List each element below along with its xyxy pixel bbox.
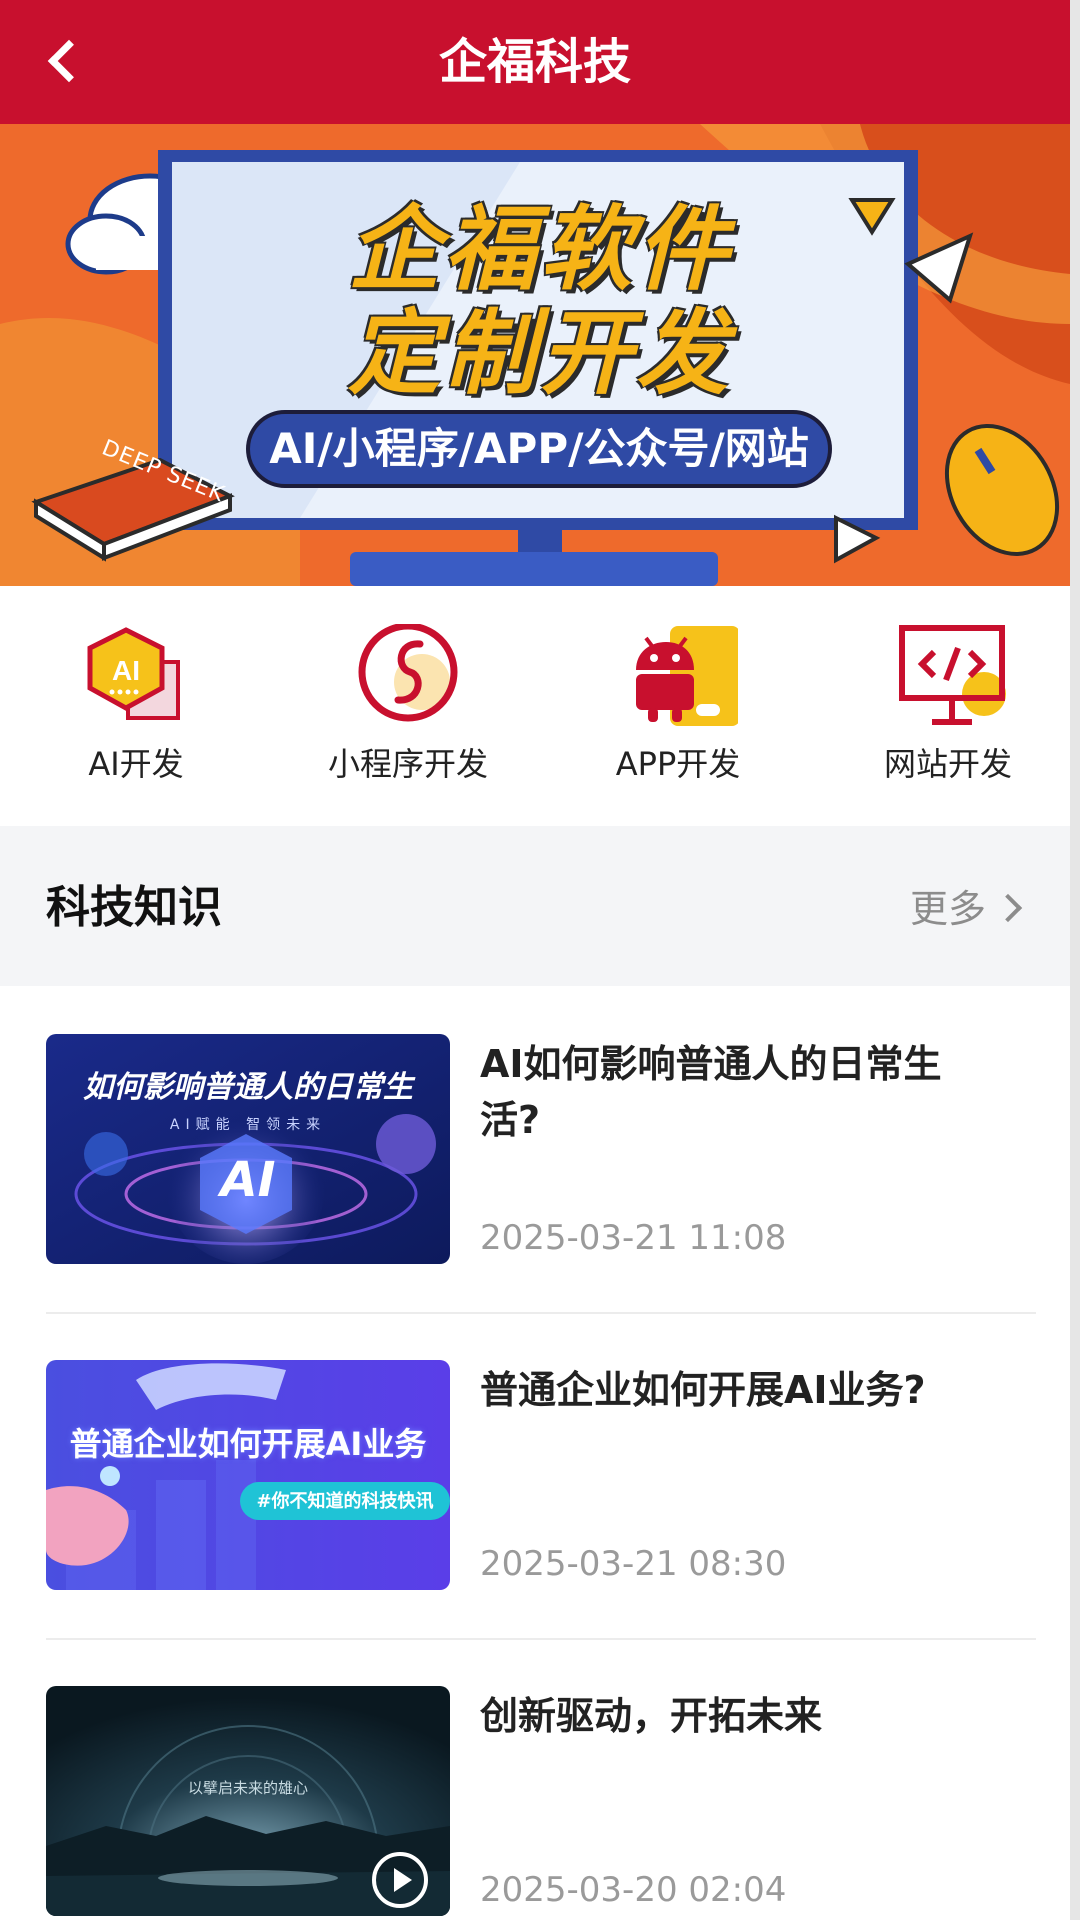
more-label: 更多 bbox=[909, 887, 986, 931]
section-title: 科技知识 bbox=[46, 882, 222, 933]
thumbnail-ai-mark: AI bbox=[220, 1152, 276, 1208]
thumbnail-subcaption: AI赋能 智领未来 bbox=[169, 1117, 327, 1133]
page-title: 企福科技 bbox=[438, 34, 631, 90]
thumbnail-caption: 普通企业如何开展AI业务 bbox=[69, 1425, 427, 1463]
chevron-right-icon bbox=[993, 893, 1023, 923]
category-mini-program-development[interactable]: 小程序开发 bbox=[308, 616, 508, 786]
article-title: AI如何影响普通人的日常生活? bbox=[480, 1042, 942, 1142]
more-link[interactable]: 更多 bbox=[910, 884, 1026, 934]
article-item[interactable]: 如何影响普通人的日常生 AI赋能 智领未来 AI AI如何影响普通人的日常生活?… bbox=[46, 986, 1036, 1312]
article-item[interactable]: 以擘启未来的雄心 创新驱动，开拓未来 2025-03-20 02:04 bbox=[46, 1638, 1036, 1920]
article-thumbnail: 如何影响普通人的日常生 AI赋能 智领未来 AI bbox=[46, 1034, 450, 1264]
banner-headline-line2: 定制开发 bbox=[347, 300, 732, 407]
category-label: 网站开发 bbox=[883, 745, 1012, 783]
category-app-development[interactable]: APP开发 bbox=[578, 616, 778, 786]
article-list: 如何影响普通人的日常生 AI赋能 智领未来 AI AI如何影响普通人的日常生活?… bbox=[0, 986, 1070, 1920]
article-thumbnail: 以擘启未来的雄心 bbox=[46, 1686, 450, 1916]
category-label: AI开发 bbox=[88, 745, 184, 783]
category-label: APP开发 bbox=[615, 745, 741, 783]
thumbnail-subcaption: #你不知道的科技快讯 bbox=[256, 1491, 434, 1512]
ai-cube-thumbnail-image bbox=[46, 1034, 450, 1264]
category-website-development[interactable]: 网站开发 bbox=[848, 616, 1048, 786]
category-label: 小程序开发 bbox=[327, 745, 488, 783]
play-icon bbox=[394, 1868, 412, 1892]
section-header: 科技知识 更多 bbox=[0, 826, 1070, 986]
svg-text:AI: AI bbox=[112, 655, 140, 686]
banner-tagline: AI/小程序/APP/公众号/网站 bbox=[246, 410, 832, 488]
article-thumbnail: 普通企业如何开展AI业务 #你不知道的科技快讯 bbox=[46, 1360, 450, 1590]
article-date: 2025-03-21 11:08 bbox=[480, 1218, 787, 1258]
article-title: 创新驱动，开拓未来 bbox=[480, 1694, 823, 1738]
ai-hexagon-icon: AI bbox=[87, 627, 180, 720]
top-nav-bar: 企福科技 bbox=[0, 0, 1070, 124]
article-title: 普通企业如何开展AI业务? bbox=[480, 1368, 926, 1412]
article-item[interactable]: 普通企业如何开展AI业务 #你不知道的科技快讯 普通企业如何开展AI业务? 20… bbox=[46, 1312, 1036, 1638]
play-button[interactable] bbox=[372, 1852, 428, 1908]
mini-program-icon bbox=[358, 624, 458, 722]
thumbnail-caption: 如何影响普通人的日常生 bbox=[83, 1070, 413, 1105]
android-icon bbox=[636, 626, 738, 726]
banner-headline-line1: 企福软件 bbox=[347, 196, 732, 303]
category-grid: AI AI开发 小程序开发 APP开发 网站开发 bbox=[0, 586, 1070, 826]
scrollbar[interactable] bbox=[1070, 0, 1080, 1920]
category-ai-development[interactable]: AI AI开发 bbox=[36, 616, 236, 786]
banner-headline: 企福软件 定制开发 bbox=[240, 198, 840, 406]
code-monitor-icon bbox=[899, 625, 1006, 725]
robot-hand-thumbnail-image bbox=[46, 1360, 450, 1590]
article-date: 2025-03-21 08:30 bbox=[480, 1544, 787, 1584]
article-date: 2025-03-20 02:04 bbox=[480, 1870, 787, 1910]
promo-banner[interactable]: 企福软件 定制开发 AI/小程序/APP/公众号/网站 DEEP SEEK bbox=[0, 124, 1070, 586]
thumbnail-caption: 以擘启未来的雄心 bbox=[187, 1779, 308, 1797]
